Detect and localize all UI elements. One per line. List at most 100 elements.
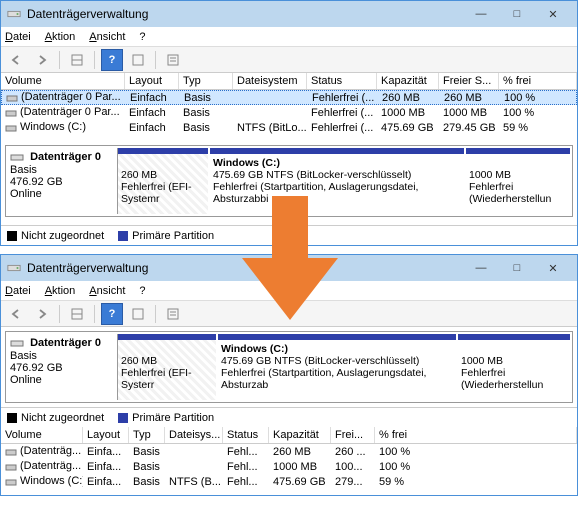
- disk-label: Datenträger 0: [30, 151, 101, 163]
- disk-graphical-view: Datenträger 0 Basis 476.92 GB Online 260…: [5, 145, 573, 217]
- col-filesystem[interactable]: Dateisystem: [233, 73, 307, 89]
- volume-icon: [6, 92, 18, 104]
- volume-row[interactable]: Windows (C:) Einfach Basis NTFS (BitLo..…: [1, 120, 577, 135]
- close-button[interactable]: ✕: [535, 255, 571, 281]
- disk-label: Datenträger 0: [30, 337, 101, 349]
- window-title: Datenträgerverwaltung: [27, 7, 463, 21]
- app-icon: [7, 261, 21, 275]
- col-pctfree[interactable]: % frei: [499, 73, 577, 89]
- legend-primary-label: Primäre Partition: [132, 230, 214, 242]
- col-capacity[interactable]: Kapazität: [269, 427, 331, 443]
- vol-name: Windows (C:): [20, 121, 86, 133]
- col-capacity[interactable]: Kapazität: [377, 73, 439, 89]
- maximize-button[interactable]: □: [499, 255, 535, 281]
- back-button[interactable]: [5, 303, 27, 325]
- col-volume[interactable]: Volume: [1, 427, 83, 443]
- disk-icon: [10, 150, 24, 164]
- col-free[interactable]: Frei...: [331, 427, 375, 443]
- legend-unallocated-swatch: [7, 231, 17, 241]
- titlebar[interactable]: Datenträgerverwaltung — □ ✕: [1, 1, 577, 27]
- back-button[interactable]: [5, 49, 27, 71]
- help-button[interactable]: ?: [101, 303, 123, 325]
- col-type[interactable]: Typ: [179, 73, 233, 89]
- legend: Nicht zugeordnet Primäre Partition: [1, 225, 577, 245]
- menubar: Datei Aktion Ansicht ?: [1, 27, 577, 47]
- partition-recovery[interactable]: 1000 MB Fehlerfrei (Wiederherstellun: [458, 334, 570, 400]
- disk-header[interactable]: Datenträger 0 Basis 476.92 GB Online: [8, 334, 118, 400]
- app-icon: [7, 7, 21, 21]
- partition-efi[interactable]: 260 MB Fehlerfrei (EFI-Systerr: [118, 334, 216, 400]
- disk-mgmt-window-bottom: Datenträgerverwaltung — □ ✕ Datei Aktion…: [0, 254, 578, 496]
- window-title: Datenträgerverwaltung: [27, 261, 463, 275]
- toolbar: ?: [1, 301, 577, 327]
- col-free[interactable]: Freier S...: [439, 73, 499, 89]
- col-pctfree[interactable]: % frei: [375, 427, 577, 443]
- separator: [155, 51, 156, 69]
- menu-view[interactable]: Ansicht: [89, 31, 125, 43]
- disk-type: Basis: [10, 164, 37, 176]
- forward-button[interactable]: [31, 303, 53, 325]
- properties-button[interactable]: [162, 303, 184, 325]
- legend-primary-swatch: [118, 413, 128, 423]
- legend-unallocated-label: Nicht zugeordnet: [21, 230, 104, 242]
- legend-unallocated-swatch: [7, 413, 17, 423]
- volume-icon: [5, 446, 17, 458]
- close-button[interactable]: ✕: [535, 1, 571, 27]
- vol-name: (Datenträger 0 Par...: [20, 106, 120, 118]
- view-button[interactable]: [66, 49, 88, 71]
- volume-row[interactable]: (Datenträg... Einfa... Basis Fehl... 100…: [1, 459, 577, 474]
- minimize-button[interactable]: —: [463, 1, 499, 27]
- legend: Nicht zugeordnet Primäre Partition: [1, 407, 577, 427]
- partition-windows[interactable]: Windows (C:) 475.69 GB NTFS (BitLocker-v…: [210, 148, 464, 214]
- vol-name: (Datenträger 0 Par...: [21, 91, 121, 103]
- legend-primary-swatch: [118, 231, 128, 241]
- separator: [94, 51, 95, 69]
- volume-list-header: Volume Layout Typ Dateisystem Status Kap…: [1, 73, 577, 90]
- view-button[interactable]: [66, 303, 88, 325]
- partition-windows[interactable]: Windows (C:) 475.69 GB NTFS (BitLocker-v…: [218, 334, 456, 400]
- titlebar[interactable]: Datenträgerverwaltung — □ ✕: [1, 255, 577, 281]
- volume-row[interactable]: (Datenträg... Einfa... Basis Fehl... 260…: [1, 444, 577, 459]
- menu-view[interactable]: Ansicht: [89, 285, 125, 297]
- partition-efi[interactable]: 260 MB Fehlerfrei (EFI-Systemr: [118, 148, 208, 214]
- menubar: Datei Aktion Ansicht ?: [1, 281, 577, 301]
- volume-row[interactable]: Windows (C:) Einfa... Basis NTFS (B... F…: [1, 474, 577, 489]
- maximize-button[interactable]: □: [499, 1, 535, 27]
- toolbar: ?: [1, 47, 577, 73]
- col-status[interactable]: Status: [307, 73, 377, 89]
- disk-header[interactable]: Datenträger 0 Basis 476.92 GB Online: [8, 148, 118, 214]
- menu-file[interactable]: Datei: [5, 285, 31, 297]
- minimize-button[interactable]: —: [463, 255, 499, 281]
- col-type[interactable]: Typ: [129, 427, 165, 443]
- disk-state: Online: [10, 188, 42, 200]
- volume-row[interactable]: (Datenträger 0 Par... Einfach Basis Fehl…: [1, 90, 577, 105]
- menu-help[interactable]: ?: [139, 31, 145, 43]
- volume-row[interactable]: (Datenträger 0 Par... Einfach Basis Fehl…: [1, 105, 577, 120]
- volume-icon: [5, 476, 17, 488]
- refresh-button[interactable]: [127, 303, 149, 325]
- disk-size: 476.92 GB: [10, 176, 63, 188]
- separator: [59, 51, 60, 69]
- col-layout[interactable]: Layout: [83, 427, 129, 443]
- help-button[interactable]: ?: [101, 49, 123, 71]
- refresh-button[interactable]: [127, 49, 149, 71]
- disk-icon: [10, 336, 24, 350]
- menu-action[interactable]: Aktion: [45, 31, 76, 43]
- partition-title: Windows (C:): [213, 157, 461, 169]
- volume-list-header: Volume Layout Typ Dateisys... Status Kap…: [1, 427, 577, 444]
- menu-help[interactable]: ?: [139, 285, 145, 297]
- col-status[interactable]: Status: [223, 427, 269, 443]
- menu-file[interactable]: Datei: [5, 31, 31, 43]
- properties-button[interactable]: [162, 49, 184, 71]
- menu-action[interactable]: Aktion: [45, 285, 76, 297]
- volume-icon: [5, 107, 17, 119]
- disk-graphical-view: Datenträger 0 Basis 476.92 GB Online 260…: [5, 331, 573, 403]
- col-volume[interactable]: Volume: [1, 73, 125, 89]
- forward-button[interactable]: [31, 49, 53, 71]
- partition-recovery[interactable]: 1000 MB Fehlerfrei (Wiederherstellun: [466, 148, 570, 214]
- col-filesystem[interactable]: Dateisys...: [165, 427, 223, 443]
- col-layout[interactable]: Layout: [125, 73, 179, 89]
- volume-icon: [5, 122, 17, 134]
- volume-icon: [5, 461, 17, 473]
- disk-mgmt-window-top: Datenträgerverwaltung — □ ✕ Datei Aktion…: [0, 0, 578, 246]
